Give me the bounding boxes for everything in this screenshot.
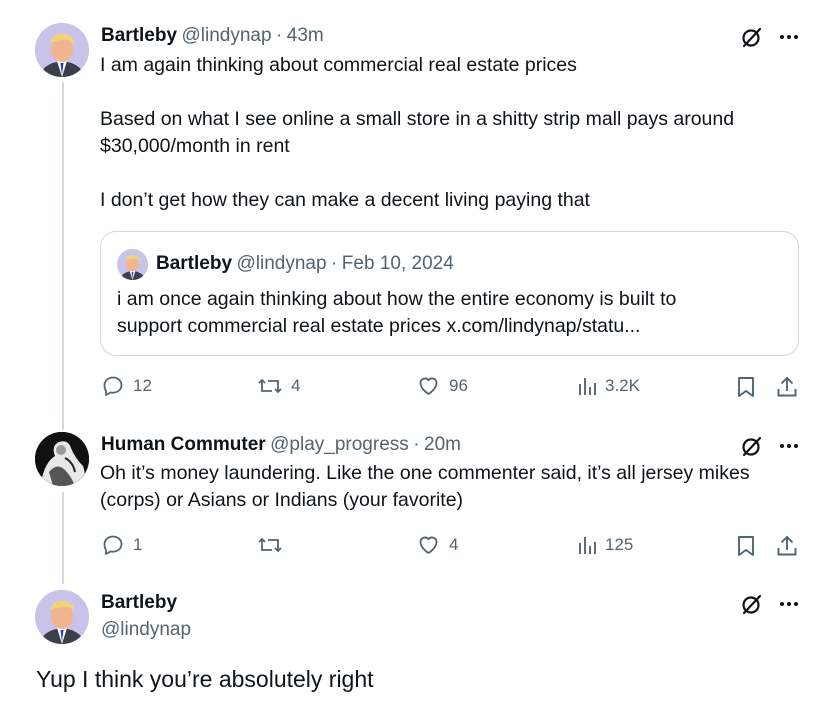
more-button[interactable]	[776, 433, 802, 459]
views-button[interactable]: 3.2K	[577, 374, 640, 398]
heart-icon	[419, 536, 438, 554]
reply-button[interactable]: 12	[101, 374, 152, 398]
repost-count: 4	[291, 376, 301, 395]
bookmark-button[interactable]	[733, 374, 759, 400]
bookmark-button[interactable]	[733, 533, 759, 559]
share-upload-icon	[777, 535, 797, 556]
avatar[interactable]	[35, 590, 89, 644]
quoted-tweet[interactable]: Bartleby @lindynap · Feb 10, 2024 i am o…	[100, 231, 799, 356]
share-button[interactable]	[774, 374, 800, 400]
quote-text: i am once again thinking about how the e…	[117, 286, 787, 340]
tweet-text: Yup I think you’re absolutely right	[36, 666, 374, 692]
views-bars-icon	[579, 378, 596, 395]
author-name[interactable]: Bartleby	[101, 591, 177, 615]
thread-line-2	[62, 492, 64, 584]
more-dots-icon	[780, 602, 798, 606]
views-button[interactable]: 125	[577, 533, 633, 557]
quote-author-name: Bartleby	[156, 253, 233, 274]
quote-line: support commercial real estate prices x.…	[117, 315, 641, 337]
like-button[interactable]: 4	[416, 533, 458, 557]
grok-button[interactable]	[739, 433, 765, 459]
avatar[interactable]	[35, 23, 89, 77]
quote-line: i am once again thinking about how the e…	[117, 288, 677, 310]
thread-line-1	[62, 82, 64, 430]
repost-button[interactable]: 4	[257, 374, 300, 398]
bookmark-icon	[738, 536, 754, 556]
separator-dot: ·	[413, 434, 420, 455]
like-button[interactable]: 96	[416, 374, 468, 398]
tweet-header: Bartleby @lindynap · 43m	[101, 24, 324, 49]
grok-slash-icon	[742, 27, 762, 48]
tweet-line: I don’t get how they can make a decent l…	[100, 189, 590, 211]
avatar[interactable]	[35, 432, 89, 486]
bookmark-icon	[738, 377, 754, 397]
timestamp[interactable]: 43m	[287, 25, 324, 46]
more-dots-icon	[780, 35, 798, 39]
views-bars-icon	[579, 537, 596, 554]
separator-dot: ·	[331, 253, 338, 274]
views-count: 125	[605, 535, 634, 554]
repost-button[interactable]	[257, 533, 291, 557]
heart-icon	[419, 377, 438, 395]
tweet-line: I am again thinking about commercial rea…	[100, 54, 577, 76]
reply-count: 1	[133, 535, 143, 554]
author-handle[interactable]: @lindynap	[101, 618, 191, 642]
reply-bubble-icon	[103, 376, 123, 396]
quote-avatar	[117, 249, 148, 280]
tweet-text: Oh it’s money laundering. Like the one c…	[100, 460, 820, 514]
grok-slash-icon	[742, 436, 762, 457]
quote-author-handle: @lindynap	[236, 253, 327, 274]
grok-button[interactable]	[739, 24, 765, 50]
tweet-header: Human Commuter @play_progress · 20m	[101, 433, 461, 458]
author-handle[interactable]: @play_progress	[270, 434, 409, 455]
timestamp[interactable]: 20m	[424, 434, 461, 455]
tweet-line: (corps) or Asians or Indians (your favor…	[100, 489, 464, 511]
tweet-line: $30,000/month in rent	[100, 135, 290, 157]
tweet-line: Oh it’s money laundering. Like the one c…	[100, 462, 750, 484]
quote-header: Bartleby @lindynap · Feb 10, 2024	[156, 252, 454, 277]
tweet-line: Based on what I see online a small store…	[100, 108, 735, 130]
more-dots-icon	[780, 444, 798, 448]
share-button[interactable]	[774, 533, 800, 559]
more-button[interactable]	[776, 591, 802, 617]
separator-dot: ·	[276, 25, 283, 46]
author-handle[interactable]: @lindynap	[181, 25, 271, 46]
quote-date: Feb 10, 2024	[341, 253, 454, 274]
more-button[interactable]	[776, 24, 802, 50]
grok-button[interactable]	[739, 591, 765, 617]
views-count: 3.2K	[605, 376, 640, 395]
like-count: 96	[449, 376, 468, 395]
author-name[interactable]: Human Commuter	[101, 434, 266, 455]
author-name[interactable]: Bartleby	[101, 25, 177, 46]
share-upload-icon	[777, 376, 797, 397]
like-count: 4	[449, 535, 459, 554]
repost-arrows-icon	[258, 537, 282, 553]
reply-count: 12	[133, 376, 152, 395]
reply-bubble-icon	[103, 535, 123, 555]
tweet-text: I am again thinking about commercial rea…	[100, 52, 810, 214]
repost-arrows-icon	[258, 378, 282, 394]
grok-slash-icon	[742, 594, 762, 615]
reply-button[interactable]: 1	[101, 533, 142, 557]
